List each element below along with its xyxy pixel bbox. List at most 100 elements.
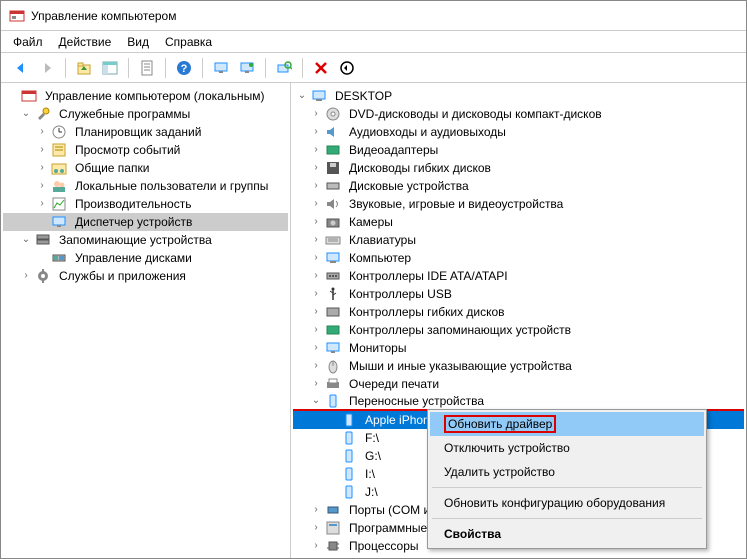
sound-icon: [325, 196, 341, 212]
tree-usb[interactable]: ›Контроллеры USB: [293, 285, 744, 303]
tree-floppy-ctrl[interactable]: › Контроллеры гибких дисков: [293, 303, 744, 321]
expander-icon[interactable]: ⌄: [19, 233, 33, 247]
expander-icon[interactable]: ›: [35, 125, 49, 139]
expander-icon[interactable]: ⌄: [295, 89, 309, 103]
tree-storage-ctrl[interactable]: ›Контроллеры запоминающих устройств: [293, 321, 744, 339]
tree-cameras[interactable]: › Камеры: [293, 213, 744, 231]
right-tree-pane[interactable]: ⌄ DESKTOP ›DVD-дисководы и дисководы ком…: [291, 83, 746, 558]
expander-icon[interactable]: ›: [309, 161, 323, 175]
expander-icon[interactable]: ›: [309, 359, 323, 373]
help-button[interactable]: ?: [172, 56, 196, 80]
tree-label: Дисководы гибких дисков: [345, 159, 495, 177]
expander-icon[interactable]: ›: [309, 323, 323, 337]
tree-sound-game[interactable]: › Звуковые, игровые и видеоустройства: [293, 195, 744, 213]
tree-print-queues[interactable]: ›Очереди печати: [293, 375, 744, 393]
expander-icon[interactable]: ›: [309, 197, 323, 211]
expander-icon[interactable]: ›: [309, 341, 323, 355]
tree-task-scheduler[interactable]: › Планировщик заданий: [3, 123, 288, 141]
tree-system-tools[interactable]: ⌄ Служебные программы: [3, 105, 288, 123]
expander-icon[interactable]: ›: [35, 179, 49, 193]
ctx-disable-device[interactable]: Отключить устройство: [430, 436, 704, 460]
tree-label: Управление компьютером (локальным): [41, 87, 269, 105]
tree-floppy[interactable]: › Дисководы гибких дисков: [293, 159, 744, 177]
expander-icon[interactable]: ›: [309, 539, 323, 553]
expander-icon[interactable]: ›: [309, 377, 323, 391]
tree-desktop-root[interactable]: ⌄ DESKTOP: [293, 87, 744, 105]
expander-icon[interactable]: ›: [35, 143, 49, 157]
tree-storage[interactable]: ⌄ Запоминающие устройства: [3, 231, 288, 249]
expander-icon[interactable]: ›: [309, 215, 323, 229]
tree-keyboards[interactable]: ›Клавиатуры: [293, 231, 744, 249]
tree-label: I:\: [361, 465, 379, 483]
tree-mice[interactable]: ›Мыши и иные указывающие устройства: [293, 357, 744, 375]
tree-label: Звуковые, игровые и видеоустройства: [345, 195, 567, 213]
ctx-properties[interactable]: Свойства: [430, 522, 704, 546]
expander-icon[interactable]: ›: [309, 503, 323, 517]
expander-icon[interactable]: ›: [309, 521, 323, 535]
tree-monitors[interactable]: ›Мониторы: [293, 339, 744, 357]
tree-device-manager[interactable]: ▶ Диспетчер устройств: [3, 213, 288, 231]
forward-button[interactable]: [35, 56, 59, 80]
uninstall-button[interactable]: [309, 56, 333, 80]
expander-icon[interactable]: ›: [309, 179, 323, 193]
expander-icon[interactable]: ›: [309, 233, 323, 247]
tree-label: Служебные программы: [55, 105, 194, 123]
menu-view[interactable]: Вид: [119, 33, 157, 51]
expander-icon[interactable]: ⌄: [309, 394, 323, 408]
expander-icon[interactable]: ›: [309, 287, 323, 301]
scan-hw-button[interactable]: [272, 56, 296, 80]
expander-icon[interactable]: ›: [35, 197, 49, 211]
menu-action[interactable]: Действие: [51, 33, 120, 51]
computer-icon: [311, 88, 327, 104]
expander-icon[interactable]: ›: [309, 143, 323, 157]
enable-button[interactable]: [335, 56, 359, 80]
expander-icon[interactable]: ›: [309, 251, 323, 265]
expander-icon[interactable]: ›: [35, 161, 49, 175]
tree-label: Камеры: [345, 213, 397, 231]
ctx-update-driver[interactable]: Обновить драйвер: [430, 412, 704, 436]
context-menu: Обновить драйвер Отключить устройство Уд…: [427, 409, 707, 549]
expander-icon[interactable]: ›: [19, 269, 33, 283]
expander-icon[interactable]: ›: [309, 305, 323, 319]
monitor2-button[interactable]: [235, 56, 259, 80]
ctx-scan-hw[interactable]: Обновить конфигурацию оборудования: [430, 491, 704, 515]
up-button[interactable]: [72, 56, 96, 80]
expander-icon[interactable]: ›: [309, 107, 323, 121]
expander-icon[interactable]: ›: [309, 125, 323, 139]
tree-services-apps[interactable]: › Службы и приложения: [3, 267, 288, 285]
monitor1-button[interactable]: [209, 56, 233, 80]
audio-icon: [325, 124, 341, 140]
back-button[interactable]: [9, 56, 33, 80]
tree-performance[interactable]: › Производительность: [3, 195, 288, 213]
tree-disk-mgmt[interactable]: ▶ Управление дисками: [3, 249, 288, 267]
left-tree-pane[interactable]: ▶ Управление компьютером (локальным) ⌄ С…: [1, 83, 291, 558]
camera-icon: [325, 214, 341, 230]
tree-event-viewer[interactable]: › Просмотр событий: [3, 141, 288, 159]
tree-local-users[interactable]: › Локальные пользователи и группы: [3, 177, 288, 195]
tree-ide-atapi[interactable]: ›Контроллеры IDE ATA/ATAPI: [293, 267, 744, 285]
tree-audio[interactable]: ›Аудиовходы и аудиовыходы: [293, 123, 744, 141]
toolbar-separator: [265, 58, 266, 78]
show-hide-tree-button[interactable]: [98, 56, 122, 80]
device-manager-icon: [51, 214, 67, 230]
expander-icon[interactable]: ⌄: [19, 107, 33, 121]
menu-help[interactable]: Справка: [157, 33, 220, 51]
ctx-separator: [432, 487, 702, 488]
performance-icon: [51, 196, 67, 212]
tree-computer[interactable]: ›Компьютер: [293, 249, 744, 267]
tree-label: DESKTOP: [331, 87, 396, 105]
tree-label: Процессоры: [345, 537, 423, 555]
toolbar-separator: [128, 58, 129, 78]
printer-icon: [325, 376, 341, 392]
tree-disk-drives[interactable]: ›Дисковые устройства: [293, 177, 744, 195]
properties-button[interactable]: [135, 56, 159, 80]
menu-file[interactable]: Файл: [5, 33, 51, 51]
tree-label: Локальные пользователи и группы: [71, 177, 272, 195]
tree-dvd-cd[interactable]: ›DVD-дисководы и дисководы компакт-диско…: [293, 105, 744, 123]
expander-icon[interactable]: ›: [309, 269, 323, 283]
tree-root[interactable]: ▶ Управление компьютером (локальным): [3, 87, 288, 105]
tree-video[interactable]: ›Видеоадаптеры: [293, 141, 744, 159]
ctx-remove-device[interactable]: Удалить устройство: [430, 460, 704, 484]
tree-label: Контроллеры гибких дисков: [345, 303, 509, 321]
tree-shared-folders[interactable]: › Общие папки: [3, 159, 288, 177]
